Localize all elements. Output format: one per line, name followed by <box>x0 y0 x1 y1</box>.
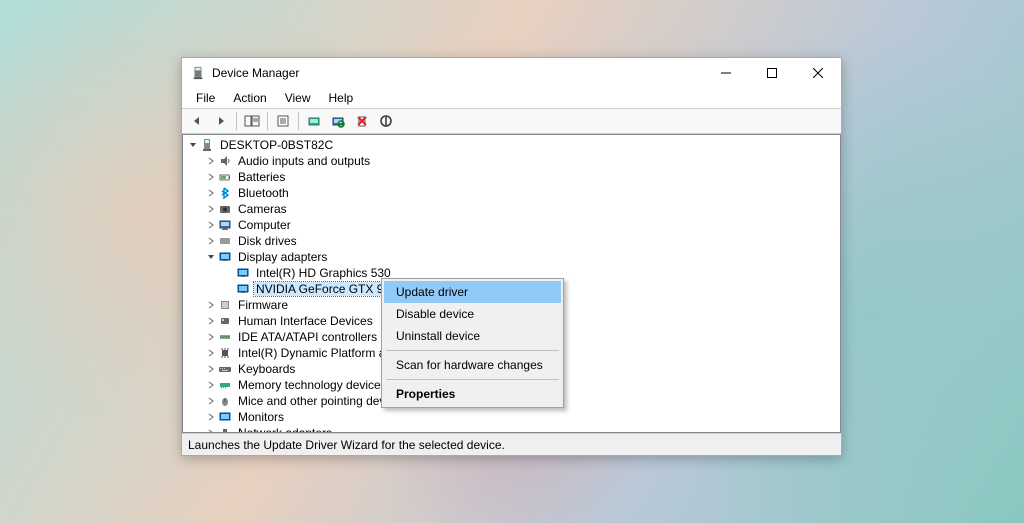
tree-item-label: Network adapters <box>236 426 334 432</box>
tree-item-label: Disk drives <box>236 234 299 248</box>
tree-item-label: IDE ATA/ATAPI controllers <box>236 330 379 344</box>
context-menu-item[interactable]: Update driver <box>384 281 561 303</box>
window-title: Device Manager <box>212 66 703 80</box>
toolbar-separator <box>267 112 268 130</box>
minimize-button[interactable] <box>703 58 749 88</box>
tree-item-label: Firmware <box>236 298 290 312</box>
statusbar: Launches the Update Driver Wizard for th… <box>182 433 841 455</box>
context-menu-item[interactable]: Disable device <box>384 303 561 325</box>
context-menu-item[interactable]: Properties <box>384 383 561 405</box>
tree-item-label: Keyboards <box>236 362 297 376</box>
uninstall-button[interactable] <box>351 110 373 132</box>
expand-chevron-icon[interactable] <box>205 377 217 393</box>
expand-chevron-icon[interactable] <box>205 345 217 361</box>
context-menu-separator <box>386 350 559 351</box>
keyboard-icon <box>217 361 233 377</box>
properties-button[interactable] <box>272 110 294 132</box>
context-menu-item[interactable]: Scan for hardware changes <box>384 354 561 376</box>
context-menu-separator <box>386 379 559 380</box>
expand-chevron-icon[interactable] <box>205 153 217 169</box>
battery-icon <box>217 169 233 185</box>
menu-action[interactable]: Action <box>225 89 274 107</box>
tree-category[interactable]: Computer <box>183 217 840 233</box>
chip-icon <box>217 345 233 361</box>
tree-item-label: Monitors <box>236 410 286 424</box>
context-menu-item[interactable]: Uninstall device <box>384 325 561 347</box>
toolbar-separator <box>298 112 299 130</box>
tree-item-label: DESKTOP-0BST82C <box>218 138 335 152</box>
memory-icon <box>217 377 233 393</box>
disable-button[interactable] <box>375 110 397 132</box>
pc-icon <box>199 137 215 153</box>
audio-icon <box>217 153 233 169</box>
tree-category[interactable]: Monitors <box>183 409 840 425</box>
expand-chevron-icon[interactable] <box>205 185 217 201</box>
disk-icon <box>217 233 233 249</box>
tree-item-label: Intel(R) HD Graphics 530 <box>254 266 393 280</box>
menu-help[interactable]: Help <box>321 89 362 107</box>
expand-chevron-icon[interactable] <box>223 265 235 281</box>
close-button[interactable] <box>795 58 841 88</box>
toolbar-separator <box>236 112 237 130</box>
expand-chevron-icon[interactable] <box>205 425 217 432</box>
mouse-icon <box>217 393 233 409</box>
menu-file[interactable]: File <box>188 89 223 107</box>
expand-chevron-icon[interactable] <box>205 409 217 425</box>
tree-category[interactable]: Display adapters <box>183 249 840 265</box>
display-icon <box>217 249 233 265</box>
expand-chevron-icon[interactable] <box>205 233 217 249</box>
expand-chevron-icon[interactable] <box>205 249 217 265</box>
hid-icon <box>217 313 233 329</box>
tree-item-label: Cameras <box>236 202 289 216</box>
expand-chevron-icon[interactable] <box>187 137 199 153</box>
computer-icon <box>217 217 233 233</box>
menu-view[interactable]: View <box>277 89 319 107</box>
app-icon <box>190 65 206 81</box>
ide-icon <box>217 329 233 345</box>
expand-chevron-icon[interactable] <box>205 169 217 185</box>
tree-item-label: Display adapters <box>236 250 329 264</box>
expand-chevron-icon[interactable] <box>205 313 217 329</box>
expand-chevron-icon[interactable] <box>223 281 235 297</box>
tree-item-label: Batteries <box>236 170 287 184</box>
titlebar[interactable]: Device Manager <box>182 58 841 88</box>
tree-item-label: Human Interface Devices <box>236 314 375 328</box>
update-driver-button[interactable] <box>303 110 325 132</box>
tree-item-label: Computer <box>236 218 293 232</box>
expand-chevron-icon[interactable] <box>205 329 217 345</box>
expand-chevron-icon[interactable] <box>205 217 217 233</box>
tree-root[interactable]: DESKTOP-0BST82C <box>183 137 840 153</box>
bt-icon <box>217 185 233 201</box>
expand-chevron-icon[interactable] <box>205 361 217 377</box>
network-icon <box>217 425 233 432</box>
tree-category[interactable]: Cameras <box>183 201 840 217</box>
expand-chevron-icon[interactable] <box>205 393 217 409</box>
tree-category[interactable]: Disk drives <box>183 233 840 249</box>
expand-chevron-icon[interactable] <box>205 297 217 313</box>
show-hide-button[interactable] <box>241 110 263 132</box>
display-icon <box>235 281 251 297</box>
tree-category[interactable]: Batteries <box>183 169 840 185</box>
tree-item-label: Memory technology devices <box>236 378 389 392</box>
camera-icon <box>217 201 233 217</box>
expand-chevron-icon[interactable] <box>205 201 217 217</box>
context-menu: Update driverDisable deviceUninstall dev… <box>381 278 564 408</box>
window-controls <box>703 58 841 88</box>
tree-item-label: Audio inputs and outputs <box>236 154 372 168</box>
forward-button[interactable] <box>210 110 232 132</box>
scan-button[interactable] <box>327 110 349 132</box>
monitor-icon <box>217 409 233 425</box>
maximize-button[interactable] <box>749 58 795 88</box>
toolbar <box>182 108 841 134</box>
status-text: Launches the Update Driver Wizard for th… <box>188 438 505 452</box>
tree-category[interactable]: Bluetooth <box>183 185 840 201</box>
tree-category[interactable]: Audio inputs and outputs <box>183 153 840 169</box>
tree-item-label: Bluetooth <box>236 186 291 200</box>
firmware-icon <box>217 297 233 313</box>
tree-category[interactable]: Network adapters <box>183 425 840 432</box>
menubar: File Action View Help <box>182 88 841 108</box>
display-icon <box>235 265 251 281</box>
back-button[interactable] <box>186 110 208 132</box>
